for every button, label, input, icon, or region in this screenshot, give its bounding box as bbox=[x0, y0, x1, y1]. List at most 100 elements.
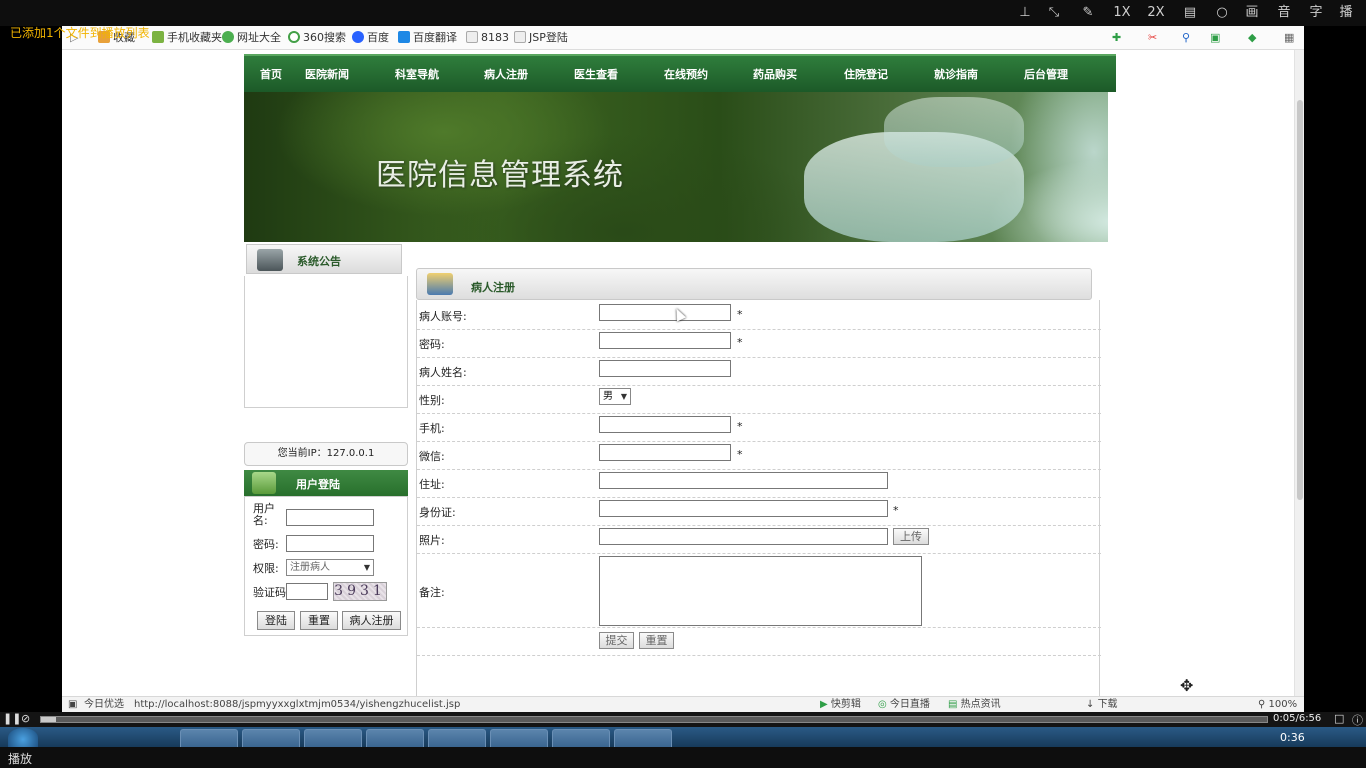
photo-input[interactable] bbox=[599, 528, 888, 545]
status-left-label[interactable]: 今日优选 bbox=[84, 698, 124, 712]
fav-item-3[interactable]: 360搜索 bbox=[288, 30, 346, 46]
pin-icon[interactable]: ⊥ bbox=[1018, 4, 1032, 22]
form-reset-button[interactable]: 重置 bbox=[639, 632, 674, 649]
taskbar-app-folder[interactable] bbox=[366, 729, 424, 747]
submit-button[interactable]: 提交 bbox=[599, 632, 634, 649]
info-icon[interactable]: ⓘ bbox=[1352, 712, 1363, 728]
fav-item-2[interactable]: 网址大全 bbox=[222, 30, 281, 46]
extension-icon[interactable]: ✚ bbox=[1112, 30, 1121, 46]
fav-item-6[interactable]: 8183 bbox=[466, 30, 509, 46]
zoom-level[interactable]: ⚲ 100% bbox=[1258, 698, 1297, 712]
taskbar-app-excel[interactable] bbox=[304, 729, 362, 747]
password-input[interactable] bbox=[599, 332, 731, 349]
shield-icon[interactable]: ◆ bbox=[1248, 30, 1256, 46]
start-button[interactable] bbox=[8, 728, 38, 747]
gift-icon[interactable]: ▣ bbox=[68, 698, 77, 712]
window-icon[interactable]: □ bbox=[1334, 712, 1344, 725]
password-input[interactable] bbox=[286, 535, 374, 552]
player-bottom-strip: 播放 bbox=[0, 747, 1366, 768]
nav-admin[interactable]: 后台管理 bbox=[1024, 66, 1068, 82]
fav-item-1[interactable]: 手机收藏夹 bbox=[152, 30, 222, 46]
form-row-idcard: 身份证: * bbox=[417, 498, 1101, 526]
gender-value: 男 bbox=[603, 391, 613, 402]
login-header: 用户登陆 bbox=[244, 470, 408, 496]
page-scrollbar[interactable] bbox=[1294, 50, 1304, 696]
wechat-input[interactable] bbox=[599, 444, 731, 461]
status-item-3[interactable]: ↓ 下载 bbox=[1086, 698, 1118, 712]
magnifier-icon: ⚲ bbox=[1258, 699, 1269, 710]
seek-track[interactable] bbox=[40, 716, 1268, 723]
banner-image: 医院信息管理系统 bbox=[244, 92, 1108, 242]
stop-icon[interactable]: ⊘ bbox=[21, 712, 30, 725]
taskbar-app-1[interactable] bbox=[180, 729, 238, 747]
status-item-0[interactable]: ▶ 快剪辑 bbox=[820, 698, 861, 712]
status-url: http://localhost:8088/jspmyyxxglxtmjm053… bbox=[134, 699, 461, 710]
address-input[interactable] bbox=[599, 472, 888, 489]
gender-label: 性别: bbox=[419, 394, 445, 407]
captcha-image[interactable]: 3931 bbox=[333, 582, 387, 601]
speed-2x-button[interactable]: 2X bbox=[1146, 4, 1166, 22]
speed-1x-button[interactable]: 1X bbox=[1112, 4, 1132, 22]
apps-icon[interactable]: ▦ bbox=[1284, 30, 1294, 46]
account-input[interactable] bbox=[599, 304, 731, 321]
name-input[interactable] bbox=[599, 360, 731, 377]
scissors-icon: ▶ bbox=[820, 699, 831, 710]
scrollbar-thumb[interactable] bbox=[1297, 100, 1303, 500]
subtitle-button[interactable]: 字 bbox=[1308, 4, 1324, 22]
phone-icon bbox=[152, 31, 164, 43]
fullscreen-icon[interactable]: ⤡ bbox=[1046, 4, 1062, 22]
web-page: 首页 医院新闻 科室导航 病人注册 医生查看 在线预约 药品购买 住院登记 就诊… bbox=[62, 50, 1304, 696]
nav-home[interactable]: 首页 bbox=[260, 66, 282, 82]
phone-input[interactable] bbox=[599, 416, 731, 433]
taskbar-app-5[interactable] bbox=[428, 729, 486, 747]
fav-item-5[interactable]: 百度翻译 bbox=[398, 30, 457, 46]
audio-button[interactable]: 音 bbox=[1276, 4, 1292, 22]
captcha-input[interactable] bbox=[286, 583, 328, 600]
chevron-down-icon: ▼ bbox=[620, 392, 627, 401]
fav-item-4[interactable]: 百度 bbox=[352, 30, 389, 46]
taskbar-app-player[interactable] bbox=[614, 729, 672, 747]
patient-register-button[interactable]: 病人注册 bbox=[342, 611, 401, 630]
status-item-1[interactable]: ◎ 今日直播 bbox=[878, 698, 930, 712]
login-reset-button[interactable]: 重置 bbox=[300, 611, 338, 630]
username-input[interactable] bbox=[286, 509, 374, 526]
move-icon[interactable]: ✥ bbox=[1180, 676, 1193, 695]
status-item-2[interactable]: ▤ 热点资讯 bbox=[948, 698, 1001, 712]
pause-icon[interactable]: ❚❚ bbox=[3, 712, 21, 725]
taskbar-app-wechat[interactable] bbox=[552, 729, 610, 747]
document-icon bbox=[427, 273, 453, 295]
search-icon[interactable]: ⚲ bbox=[1182, 30, 1190, 46]
role-select[interactable]: 注册病人 ▼ bbox=[286, 559, 374, 576]
cut-icon[interactable]: ✂ bbox=[1148, 30, 1157, 46]
user-icon bbox=[252, 472, 276, 494]
nav-patient-register[interactable]: 病人注册 bbox=[484, 66, 528, 82]
nav-pharmacy[interactable]: 药品购买 bbox=[753, 66, 797, 82]
game-icon[interactable]: ▣ bbox=[1210, 30, 1220, 46]
clock: 0:36 bbox=[1280, 731, 1305, 744]
taskbar-app-word[interactable] bbox=[490, 729, 548, 747]
taskbar-app-2[interactable] bbox=[242, 729, 300, 747]
window-mode-icon[interactable]: ▤ bbox=[1182, 4, 1198, 22]
fav-item-7[interactable]: JSP登陆 bbox=[514, 30, 568, 46]
bulb-icon[interactable]: ○ bbox=[1214, 4, 1230, 22]
upload-button[interactable]: 上传 bbox=[893, 528, 929, 545]
nav-appointment[interactable]: 在线预约 bbox=[664, 66, 708, 82]
login-button[interactable]: 登陆 bbox=[257, 611, 295, 630]
nav-doctors[interactable]: 医生查看 bbox=[574, 66, 618, 82]
waterfall-shape bbox=[884, 97, 1024, 167]
required-mark: * bbox=[737, 336, 743, 349]
edit-icon[interactable]: ✎ bbox=[1080, 4, 1096, 22]
picture-button[interactable]: 画 bbox=[1244, 4, 1260, 22]
nav-hospitalization[interactable]: 住院登记 bbox=[844, 66, 888, 82]
gender-select[interactable]: 男 ▼ bbox=[599, 388, 631, 405]
required-mark: * bbox=[737, 448, 743, 461]
cast-button[interactable]: 播 bbox=[1338, 4, 1354, 22]
name-label: 病人姓名: bbox=[419, 366, 467, 379]
form-row-password: 密码: * bbox=[417, 330, 1101, 358]
role-label: 权限: bbox=[253, 562, 279, 575]
remark-textarea[interactable] bbox=[599, 556, 922, 626]
idcard-input[interactable] bbox=[599, 500, 888, 517]
nav-departments[interactable]: 科室导航 bbox=[395, 66, 439, 82]
nav-guide[interactable]: 就诊指南 bbox=[934, 66, 978, 82]
nav-news[interactable]: 医院新闻 bbox=[305, 66, 349, 82]
